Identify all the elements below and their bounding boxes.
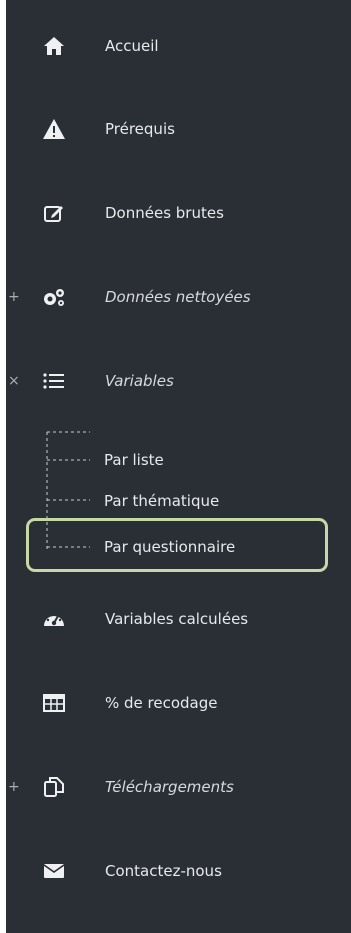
sidebar-item-label: Accueil [105,37,159,55]
sidebar-nav: Accueil Prérequis Données brutes + Donné… [6,0,351,933]
sidebar-item-label: Données nettoyées [105,288,251,306]
sidebar-item-prerequis[interactable]: Prérequis [6,107,351,151]
sidebar-item-label: Données brutes [105,204,224,222]
sidebar-item-telechargements[interactable]: + Téléchargements [6,765,351,809]
expand-marker[interactable]: + [8,289,20,305]
sidebar-item-label: Téléchargements [105,778,234,796]
subitem-label: Par thématique [104,492,220,510]
dashboard-icon [39,604,69,634]
sidebar-item-accueil[interactable]: Accueil [6,24,351,68]
sidebar-item-label: Contactez-nous [105,862,222,880]
collapse-marker[interactable]: × [8,373,20,389]
warning-icon [39,114,69,144]
home-icon [39,31,69,61]
sidebar-subitem-par-liste[interactable]: Par liste [34,446,334,474]
copy-icon [39,772,69,802]
sidebar-item-contact[interactable]: Contactez-nous [6,849,351,893]
sidebar-item-label: Prérequis [105,120,175,138]
expand-marker[interactable]: + [8,779,20,795]
edit-icon [39,198,69,228]
sidebar-subitem-par-thematique[interactable]: Par thématique [34,487,334,515]
sidebar-item-variables[interactable]: × Variables [6,359,351,403]
mail-icon [39,856,69,886]
sidebar-item-donnees-nettoyees[interactable]: + Données nettoyées [6,275,351,319]
sidebar-item-donnees-brutes[interactable]: Données brutes [6,191,351,235]
selection-highlight [26,518,328,572]
sidebar-item-label: % de recodage [105,694,218,712]
sidebar-item-variables-calculees[interactable]: Variables calculées [6,597,351,641]
sidebar-item-label: Variables calculées [105,610,249,628]
subitem-label: Par liste [104,451,164,469]
sidebar-item-recodage[interactable]: % de recodage [6,681,351,725]
list-icon [39,366,69,396]
gears-icon [39,282,69,312]
sidebar-item-label: Variables [105,372,174,390]
table-icon [39,688,69,718]
